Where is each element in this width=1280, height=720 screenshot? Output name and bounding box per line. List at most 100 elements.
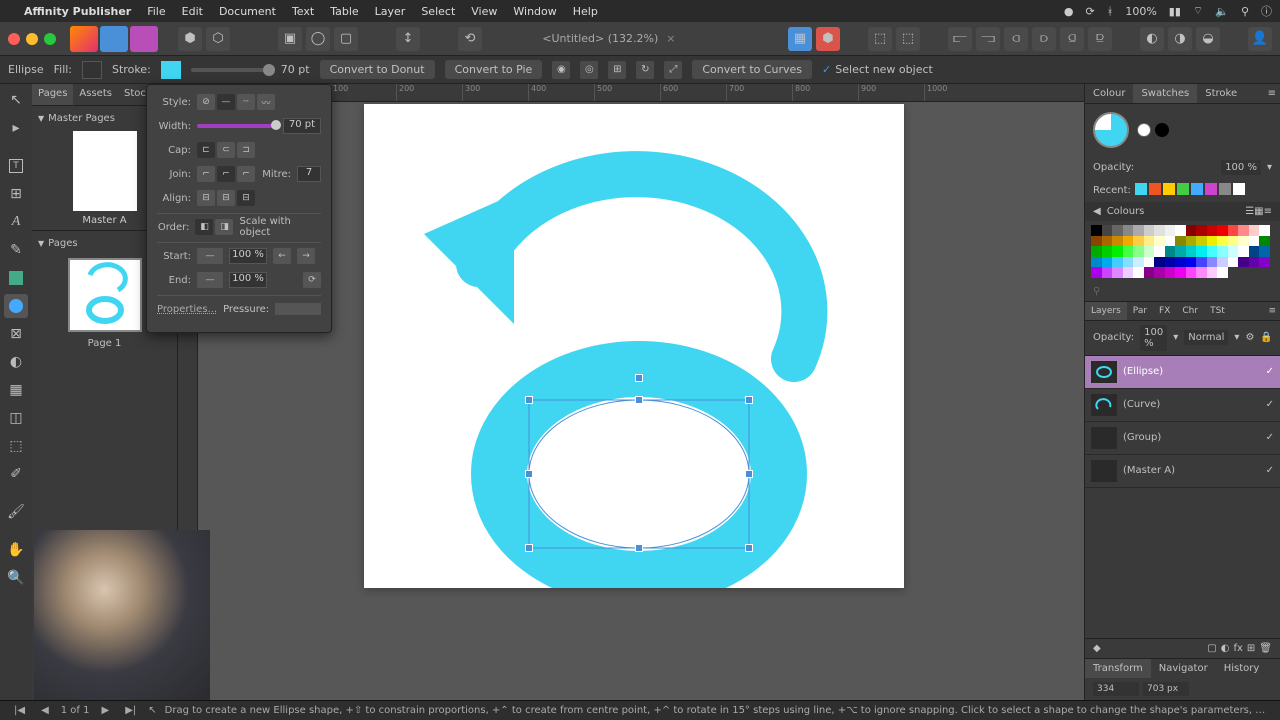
tb-link-icon[interactable]: ⟲ bbox=[458, 27, 482, 51]
palette-swatch[interactable] bbox=[1144, 225, 1155, 236]
tb-align-bottom-icon[interactable]: ⫒ bbox=[1088, 27, 1112, 51]
tb-clip-icon[interactable]: ▦ bbox=[788, 27, 812, 51]
tb-arrow-icon[interactable]: ↕ bbox=[396, 27, 420, 51]
ctx-show-icon[interactable]: ◉ bbox=[552, 61, 570, 79]
node-tool[interactable]: ▸ bbox=[4, 116, 28, 140]
layer-group[interactable]: (Group) ✓ bbox=[1085, 422, 1280, 455]
palette-swatch[interactable] bbox=[1186, 236, 1197, 247]
black-swatch[interactable] bbox=[1155, 123, 1169, 137]
tb-align-left-icon[interactable]: ⫍ bbox=[948, 27, 972, 51]
palette-swatch[interactable] bbox=[1217, 257, 1228, 268]
pen-tool[interactable]: ✎ bbox=[4, 238, 28, 262]
layer-curve[interactable]: (Curve) ✓ bbox=[1085, 389, 1280, 422]
colour-tab[interactable]: Colour bbox=[1085, 84, 1133, 103]
colour-palette[interactable] bbox=[1085, 221, 1280, 282]
layer-opacity-dropdown[interactable]: ▾ bbox=[1173, 332, 1178, 343]
palette-swatch[interactable] bbox=[1165, 236, 1176, 247]
volume-icon[interactable]: 🔈 bbox=[1215, 5, 1229, 18]
palette-grid-icon[interactable]: ▦ bbox=[1254, 206, 1263, 217]
layer-visible-check[interactable]: ✓ bbox=[1266, 366, 1274, 377]
designer-persona-icon[interactable] bbox=[100, 26, 128, 52]
convert-pie-button[interactable]: Convert to Pie bbox=[445, 60, 543, 79]
pan-tool[interactable]: ✋ bbox=[4, 538, 28, 562]
style-none-button[interactable]: ⊘ bbox=[197, 94, 215, 110]
tb-intersect-icon[interactable]: ◒ bbox=[1196, 27, 1220, 51]
convert-donut-button[interactable]: Convert to Donut bbox=[320, 60, 435, 79]
opacity-field[interactable]: 100 % bbox=[1221, 160, 1261, 175]
app-name[interactable]: Affinity Publisher bbox=[24, 5, 131, 18]
order-behind-button[interactable]: ◧ bbox=[195, 219, 213, 235]
tb-account-icon[interactable]: 👤 bbox=[1248, 27, 1272, 51]
fill-swatch[interactable] bbox=[82, 61, 102, 79]
palette-swatch[interactable] bbox=[1196, 246, 1207, 257]
adjustment-icon[interactable]: ◐ bbox=[1221, 643, 1230, 654]
start-place-in[interactable]: ← bbox=[273, 248, 291, 264]
none-swatch[interactable] bbox=[1137, 123, 1151, 137]
page1-thumb[interactable] bbox=[68, 258, 142, 332]
tb-picture-icon[interactable]: ▣ bbox=[278, 27, 302, 51]
join-mitre-button[interactable]: ⌐ bbox=[237, 166, 255, 182]
tb-snap-icon[interactable]: ⬢ bbox=[816, 27, 840, 51]
palette-swatch[interactable] bbox=[1228, 257, 1239, 268]
frame-text-tool[interactable]: T bbox=[4, 154, 28, 178]
palette-swatch[interactable] bbox=[1238, 225, 1249, 236]
handle-tm[interactable] bbox=[635, 396, 643, 404]
join-round-button[interactable]: ⌐ bbox=[197, 166, 215, 182]
palette-swatch[interactable] bbox=[1175, 257, 1186, 268]
minimize-button[interactable] bbox=[26, 33, 38, 45]
search-icon[interactable]: ⚲ bbox=[1093, 286, 1100, 297]
recent-swatch[interactable] bbox=[1219, 183, 1231, 195]
swatches-tab[interactable]: Swatches bbox=[1133, 84, 1197, 103]
palette-swatch[interactable] bbox=[1165, 225, 1176, 236]
palette-swatch[interactable] bbox=[1102, 257, 1113, 268]
tb-circle-icon[interactable]: ◯ bbox=[306, 27, 330, 51]
palette-swatch[interactable] bbox=[1217, 267, 1228, 278]
order-front-button[interactable]: ◨ bbox=[215, 219, 233, 235]
publisher-persona-icon[interactable] bbox=[70, 26, 98, 52]
palette-swatch[interactable] bbox=[1144, 236, 1155, 247]
palette-swatch[interactable] bbox=[1102, 246, 1113, 257]
handle-tl[interactable] bbox=[525, 396, 533, 404]
palette-swatch[interactable] bbox=[1207, 267, 1218, 278]
rectangle-tool[interactable] bbox=[4, 266, 28, 290]
palette-swatch[interactable] bbox=[1186, 225, 1197, 236]
handle-tr[interactable] bbox=[745, 396, 753, 404]
palette-swatch[interactable] bbox=[1133, 257, 1144, 268]
palette-swatch[interactable] bbox=[1165, 246, 1176, 257]
palette-swatch[interactable] bbox=[1259, 246, 1270, 257]
recent-swatch[interactable] bbox=[1177, 183, 1189, 195]
layer-master-a[interactable]: (Master A) ✓ bbox=[1085, 455, 1280, 488]
palette-swatch[interactable] bbox=[1154, 267, 1165, 278]
palette-swatch[interactable] bbox=[1091, 257, 1102, 268]
opacity-dropdown-icon[interactable]: ▾ bbox=[1267, 162, 1272, 173]
convert-curves-button[interactable]: Convert to Curves bbox=[692, 60, 812, 79]
tb-align-middle-icon[interactable]: ⫑ bbox=[1060, 27, 1084, 51]
place-image-tool[interactable]: ▦ bbox=[4, 378, 28, 402]
palette-swatch[interactable] bbox=[1249, 225, 1260, 236]
palette-back-icon[interactable]: ◀ bbox=[1093, 206, 1101, 217]
palette-swatch[interactable] bbox=[1144, 257, 1155, 268]
stroke-tab[interactable]: Stroke bbox=[1197, 84, 1245, 103]
palette-swatch[interactable] bbox=[1207, 236, 1218, 247]
recent-swatch[interactable] bbox=[1163, 183, 1175, 195]
fx-tab[interactable]: FX bbox=[1153, 302, 1176, 320]
palette-swatch[interactable] bbox=[1154, 246, 1165, 257]
palette-swatch[interactable] bbox=[1123, 257, 1134, 268]
palette-swatch[interactable] bbox=[1196, 257, 1207, 268]
cap-square-button[interactable]: ⊐ bbox=[237, 142, 255, 158]
layer-ellipse[interactable]: (Ellipse) ✓ bbox=[1085, 356, 1280, 389]
textstyle-tab[interactable]: TSt bbox=[1204, 302, 1231, 320]
picture-frame-tool[interactable]: ⊠ bbox=[4, 322, 28, 346]
palette-swatch[interactable] bbox=[1186, 246, 1197, 257]
swap-ends-button[interactable]: ⟳ bbox=[303, 272, 321, 288]
last-page-button[interactable]: ▶| bbox=[121, 705, 140, 716]
navigator-tab[interactable]: Navigator bbox=[1151, 659, 1216, 678]
start-arrow-select[interactable]: — bbox=[197, 248, 223, 264]
ctx-hide-icon[interactable]: ◎ bbox=[580, 61, 598, 79]
width-value[interactable]: 70 pt bbox=[283, 118, 321, 134]
recent-swatch[interactable] bbox=[1191, 183, 1203, 195]
cap-butt-button[interactable]: ⊏ bbox=[197, 142, 215, 158]
artistic-text-tool[interactable]: A bbox=[4, 210, 28, 234]
ctx-rotate-icon[interactable]: ↻ bbox=[636, 61, 654, 79]
menu-document[interactable]: Document bbox=[219, 5, 276, 18]
